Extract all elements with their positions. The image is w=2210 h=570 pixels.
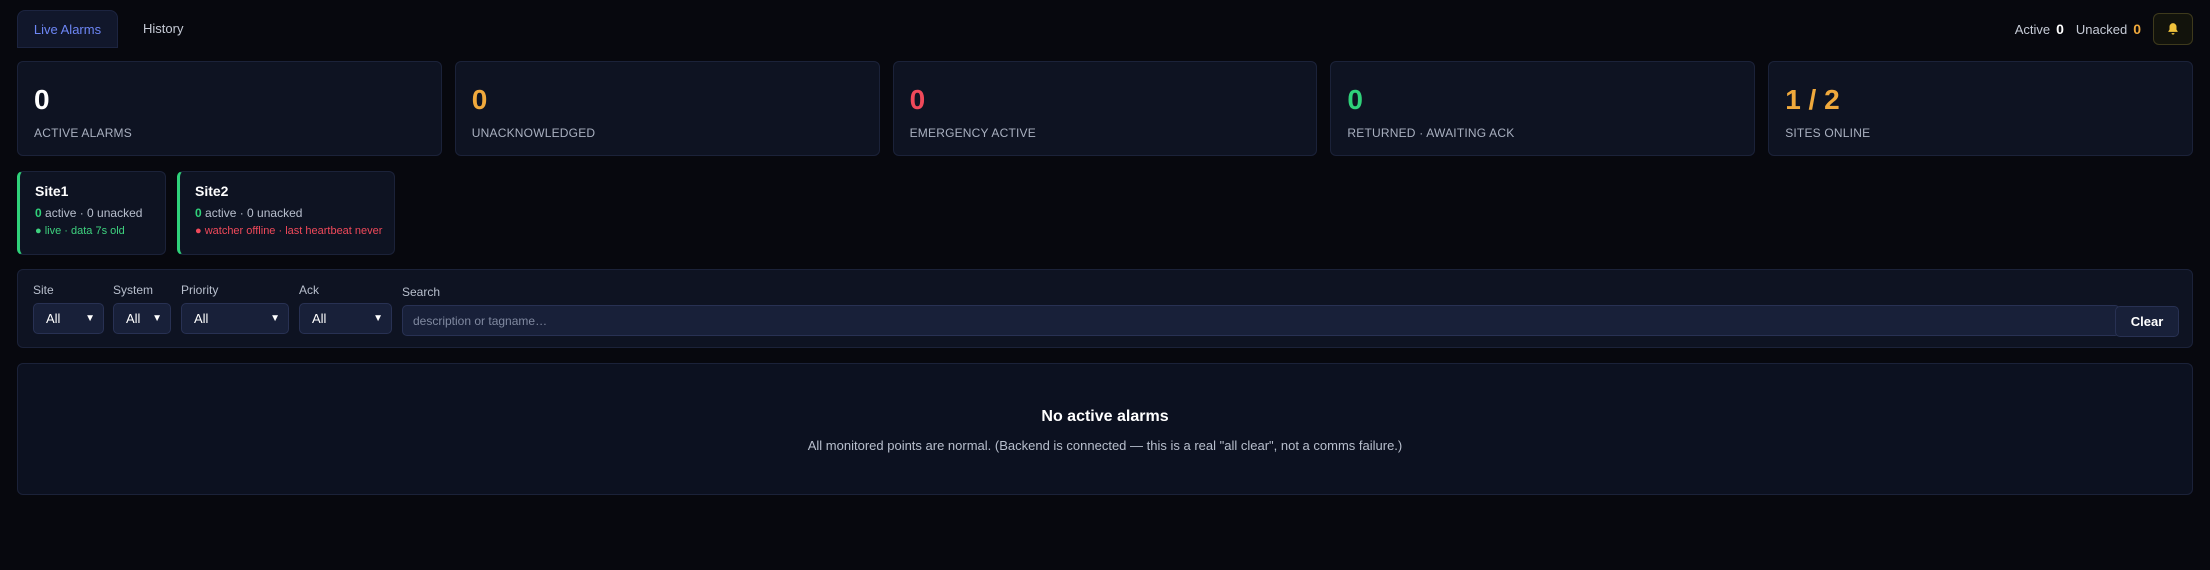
empty-state-title: No active alarms (1041, 408, 1169, 425)
ack-filter-label: Ack (299, 283, 320, 297)
bell-icon (2168, 23, 2178, 35)
site-active-count: 0 (35, 206, 42, 220)
system-select-value: All (126, 311, 141, 326)
card-label: ACTIVE ALARMS (34, 126, 132, 140)
card-value: 0 (909, 84, 926, 115)
card-active-alarms: 0 ACTIVE ALARMS (17, 61, 442, 156)
unacked-count-value: 0 (2133, 21, 2141, 37)
priority-select-value: All (194, 311, 209, 326)
active-count-label: Active (2014, 21, 2051, 37)
empty-state: No active alarms All monitored points ar… (17, 363, 2193, 495)
site-name: Site2 (195, 183, 229, 199)
site-counts: 0 active · 0 unacked (195, 206, 394, 220)
card-label: UNACKNOWLEDGED (471, 126, 596, 140)
site-card-site1[interactable]: Site1 0 active · 0 unacked ● live · data… (17, 171, 166, 255)
alarm-status-summary: Active 0 Unacked 0 (2015, 10, 2193, 48)
priority-filter: Priority All ▼ (181, 283, 289, 334)
card-value: 0 (471, 84, 488, 115)
system-filter: System All ▼ (113, 283, 171, 334)
system-filter-label: System (113, 283, 154, 297)
ack-select[interactable]: All ▼ (299, 303, 392, 334)
site-name: Site1 (35, 183, 69, 199)
tab-history[interactable]: History (143, 10, 183, 48)
search-filter: Search description or tagname… (402, 285, 2120, 336)
site-status: ● live · data 7s old (35, 225, 125, 237)
card-label: RETURNED · AWAITING ACK (1347, 126, 1515, 140)
chevron-down-icon: ▼ (152, 313, 162, 324)
card-value: 0 (34, 84, 50, 115)
chevron-down-icon: ▼ (373, 313, 383, 324)
search-input[interactable]: description or tagname… (402, 305, 2120, 336)
site-filter: Site All ▼ (33, 283, 104, 334)
tab-live-alarms[interactable]: Live Alarms (17, 10, 118, 48)
top-bar: Live Alarms History Active 0 Unacked 0 (17, 10, 2193, 48)
empty-state-message: All monitored points are normal. (Backen… (807, 438, 1403, 453)
card-sites-online: 1 / 2 SITES ONLINE (1768, 61, 2193, 156)
priority-filter-label: Priority (181, 283, 219, 297)
ack-filter: Ack All ▼ (299, 283, 392, 334)
site-counts: 0 active · 0 unacked (35, 206, 165, 220)
chevron-down-icon: ▼ (85, 313, 95, 324)
card-returned-awaiting-ack: 0 RETURNED · AWAITING ACK (1330, 61, 1756, 156)
card-value: 1 / 2 (1785, 84, 1840, 115)
card-unacknowledged: 0 UNACKNOWLEDGED (454, 61, 880, 156)
site-select[interactable]: All ▼ (33, 303, 104, 334)
site-filter-label: Site (33, 283, 54, 297)
site-active-count: 0 (195, 206, 202, 220)
site-card-site2[interactable]: Site2 0 active · 0 unacked ● watcher off… (177, 171, 395, 255)
priority-select[interactable]: All ▼ (181, 303, 289, 334)
site-counts-text: active · 0 unacked (205, 206, 303, 220)
site-status: ● watcher offline · last heartbeat never (195, 225, 383, 237)
card-emergency-active: 0 EMERGENCY ACTIVE (892, 61, 1318, 156)
filter-bar: Site All ▼ System All ▼ Priority All ▼ A… (17, 269, 2193, 348)
ack-select-value: All (312, 311, 327, 326)
card-label: EMERGENCY ACTIVE (909, 126, 1036, 140)
site-counts-text: active · 0 unacked (45, 206, 143, 220)
unacked-count-label: Unacked (2075, 21, 2128, 37)
card-value: 0 (1347, 84, 1363, 115)
chevron-down-icon: ▼ (270, 313, 280, 324)
site-select-value: All (46, 311, 61, 326)
active-count-value: 0 (2056, 21, 2064, 37)
card-label: SITES ONLINE (1785, 126, 1871, 140)
system-select[interactable]: All ▼ (113, 303, 171, 334)
notification-button[interactable] (2153, 13, 2193, 45)
search-label: Search (402, 285, 441, 299)
clear-button[interactable]: Clear (2115, 306, 2179, 337)
summary-cards: 0 ACTIVE ALARMS 0 UNACKNOWLEDGED 0 EMERG… (17, 61, 2193, 156)
